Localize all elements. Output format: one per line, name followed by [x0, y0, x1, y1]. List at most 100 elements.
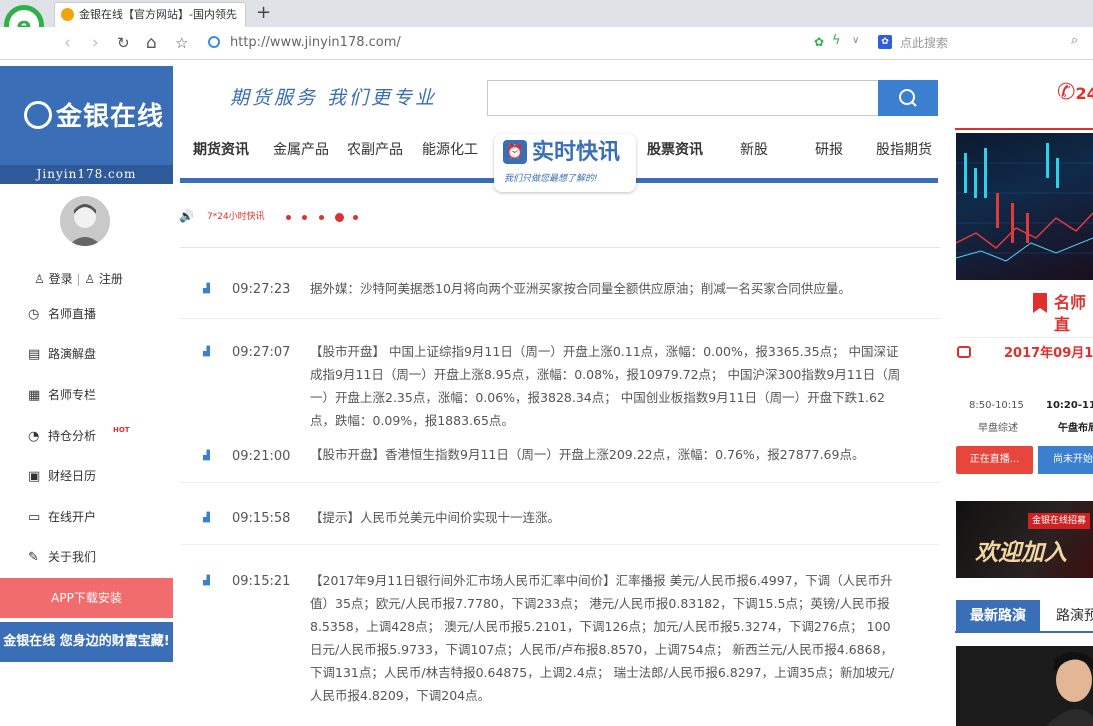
news-text: 据外媒：沙特阿美据悉10月将向两个亚洲买家按合同量全额供应原油；削减一名买家合同… [310, 281, 851, 296]
nav-futures-news[interactable]: 期货资讯 [193, 140, 249, 160]
calendar-small-icon [957, 346, 971, 358]
nav-stock-news[interactable]: 股票资讯 [647, 140, 703, 160]
new-tab-icon[interactable]: + [256, 3, 271, 23]
news-time: 09:21:00 [232, 449, 291, 464]
schedule-time: 10:20-11: [1046, 400, 1093, 411]
site-favicon-icon [61, 8, 74, 21]
schedule-date: 2017年09月11日 [1004, 346, 1093, 361]
carousel-dot[interactable] [286, 215, 291, 220]
chart-bullet-icon: ▟ [203, 576, 210, 586]
carousel-dot[interactable] [319, 215, 324, 220]
app-download-button[interactable]: APP下载安装 [0, 578, 173, 618]
security-shield-icon[interactable]: ✿ [814, 35, 824, 49]
recruit-text: 欢迎加入 [975, 539, 1067, 566]
dropdown-chevron-icon[interactable]: ∨ [852, 34, 859, 48]
site-info-icon[interactable] [208, 36, 220, 48]
url-text[interactable]: http://www.jinyin178.com/ [230, 34, 401, 52]
chart-bullet-icon: ▟ [203, 451, 210, 461]
hot-badge: HOT [113, 426, 130, 434]
speed-lightning-icon[interactable]: ϟ [832, 34, 841, 48]
forward-icon[interactable]: › [92, 33, 99, 53]
screen-icon: ▤ [28, 347, 41, 362]
back-icon[interactable]: ‹ [64, 33, 71, 53]
avatar[interactable] [60, 196, 110, 246]
schedule-name: 午盘布局 [1058, 423, 1093, 434]
site-logo-text: 金银在线 [24, 100, 164, 134]
chart-bullet-icon: ▟ [203, 284, 210, 294]
chart-bullet-icon: ▟ [203, 347, 210, 357]
nav-research[interactable]: 研报 [815, 140, 843, 160]
bookmark-star-icon[interactable]: ☆ [175, 33, 188, 53]
divider [955, 337, 1093, 338]
pie-chart-icon: ◔ [28, 429, 40, 444]
tab-roadshow-preview[interactable]: 路演预 [1056, 600, 1093, 632]
news-text: 【股市开盘】香港恒生指数9月11日（周一）开盘上涨209.22点，涨幅：0.76… [310, 447, 865, 462]
search-input[interactable] [487, 80, 879, 116]
live-label: 7*24小时快讯 [207, 212, 265, 222]
news-time: 09:15:58 [232, 511, 291, 526]
tagline: 期货服务 我们更专业 [230, 87, 438, 109]
sidebar-item-column[interactable]: ▦ 名师专栏 [28, 386, 96, 405]
refresh-icon[interactable]: ↻ [117, 33, 130, 53]
user-icon: ♙ [34, 272, 45, 286]
live-now-button[interactable]: 正在直播... [956, 446, 1033, 474]
alarm-clock-icon: ⏰ [503, 140, 527, 164]
auth-links: ♙ 登录 | ♙ 注册 [34, 270, 123, 288]
browser-tab[interactable]: 金银在线【官方网站】-国内领先 ✕ [54, 2, 246, 27]
news-separator [180, 482, 940, 483]
search-button[interactable] [878, 80, 938, 116]
site-domain: Jinyin178.com [0, 165, 173, 184]
bookmark-icon [1033, 293, 1047, 313]
search-icon[interactable]: ⌕ [1071, 33, 1078, 49]
nav-index-futures[interactable]: 股指期货 [876, 140, 932, 160]
pencil-icon: ✎ [28, 550, 39, 565]
sidebar-item-about[interactable]: ✎ 关于我们 [28, 548, 96, 567]
sidebar-item-teacher-live[interactable]: ◷ 名师直播 [28, 305, 96, 324]
calendar-icon: ▣ [28, 469, 41, 484]
right-top-line [955, 128, 1093, 130]
sidebar-item-calendar[interactable]: ▣ 财经日历 [28, 467, 96, 486]
separator: | [76, 272, 81, 286]
hotline[interactable]: ✆24 [1057, 76, 1093, 109]
carousel-dot[interactable] [353, 215, 358, 220]
schedule-name: 早盘综述 [978, 423, 1018, 434]
news-time: 09:15:21 [232, 574, 291, 589]
recruit-tag: 金银在线招募 [1028, 513, 1091, 529]
tab-title: 金银在线【官方网站】-国内领先 [79, 8, 237, 21]
news-separator [180, 544, 940, 545]
logo-mark-icon [24, 100, 52, 129]
register-link[interactable]: 注册 [99, 272, 123, 286]
carousel-dot-active[interactable] [335, 213, 344, 222]
tab-latest-roadshow[interactable]: 最新路演 [956, 600, 1040, 632]
nav-metals[interactable]: 金属产品 [273, 140, 329, 160]
login-link[interactable]: 登录 [49, 272, 73, 286]
slogan-banner[interactable]: 金银在线 您身边的财富宝藏! [0, 622, 173, 662]
news-separator [180, 318, 940, 319]
roadshow-video-thumbnail[interactable] [956, 646, 1093, 726]
sidebar-item-position[interactable]: ◔ 持仓分析 [28, 427, 96, 446]
carousel-dot[interactable] [302, 215, 307, 220]
divider [180, 247, 940, 248]
news-text: 【2017年9月11日银行间外汇市场人民币汇率中间价】汇率播报 美元/人民币报6… [310, 573, 895, 703]
sidebar-item-open-account[interactable]: ▭ 在线开户 [28, 508, 96, 527]
news-time: 09:27:23 [232, 282, 291, 297]
nav-agri[interactable]: 农副产品 [347, 140, 403, 160]
nav-energy[interactable]: 能源化工 [422, 140, 478, 160]
phone-icon: ✆ [1057, 80, 1076, 105]
sidebar-item-roadshow[interactable]: ▤ 路演解盘 [28, 345, 96, 364]
tabs-underline [955, 631, 1093, 633]
schedule-time: 8:50-10:15 [969, 400, 1024, 411]
speaker-icon: 🔊 [179, 209, 194, 223]
stock-chart-banner[interactable] [956, 133, 1093, 280]
register-user-icon: ♙ [84, 272, 96, 286]
teacher-section-title: 名师直 [1054, 293, 1087, 334]
nav-ipo[interactable]: 新股 [740, 140, 768, 160]
news-text: 【提示】人民币兑美元中间价实现十一连涨。 [310, 510, 561, 525]
wallet-icon: ▭ [28, 510, 41, 525]
document-icon: ▦ [28, 388, 41, 403]
chart-bullet-icon: ▟ [203, 513, 210, 523]
not-started-button[interactable]: 尚未开始 [1038, 446, 1093, 474]
browser-search-placeholder: 点此搜索 [900, 36, 949, 50]
24h-icon: ◷ [28, 307, 40, 322]
home-icon[interactable]: ⌂ [146, 33, 157, 53]
